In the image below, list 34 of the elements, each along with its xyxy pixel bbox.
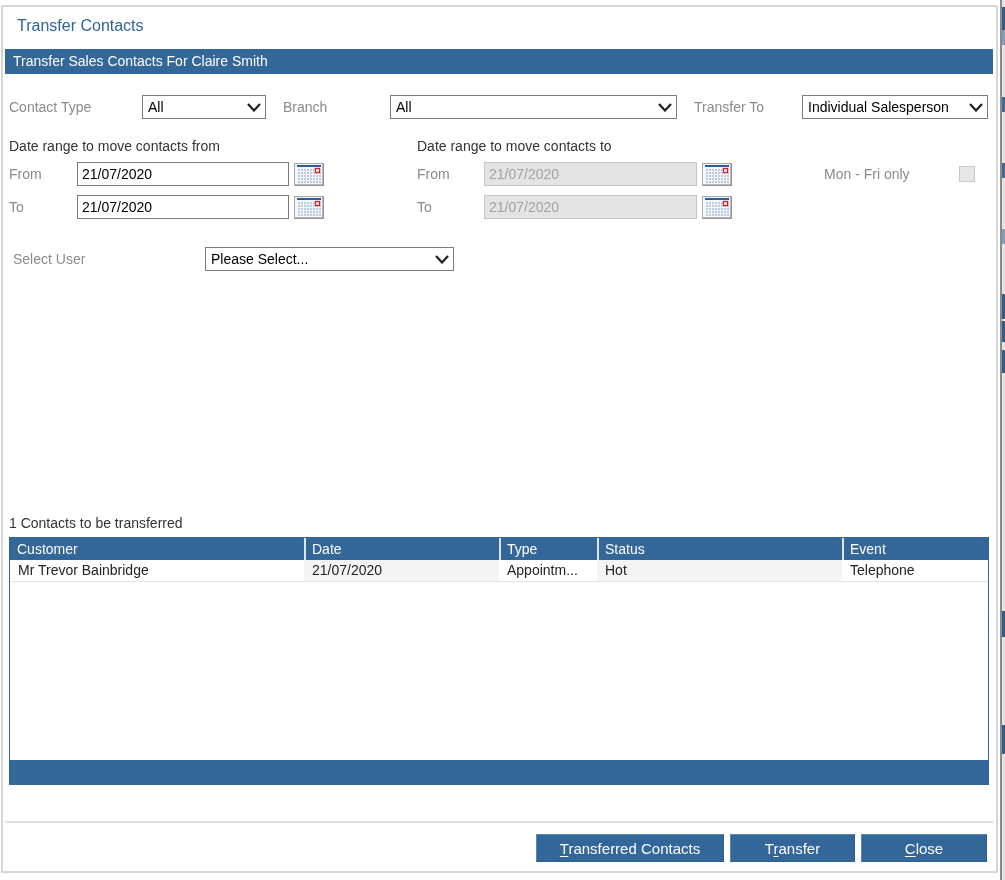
chevron-down-icon [658,102,672,112]
dialog-title: Transfer Contacts [17,17,144,34]
chevron-down-icon [435,254,449,264]
table-cell: 21/07/2020 [304,560,499,581]
field-label: From [9,165,42,183]
field-label: Select User [13,250,86,268]
contacts-count-label: 1 Contacts to be transferred [9,515,183,531]
contact-type-dropdown[interactable]: All [142,95,266,119]
field-label: Contact Type [9,98,92,116]
date-input[interactable]: 21/07/2020 [77,195,289,219]
chevron-down-icon [247,102,261,112]
close-button[interactable]: Close [861,834,987,862]
date-input[interactable]: 21/07/2020 [77,162,289,186]
branch-dropdown[interactable]: All [390,95,677,119]
calendar-icon[interactable] [294,195,324,219]
date-range-heading: Date range to move contacts from [9,138,220,154]
column-header[interactable]: Customer [10,538,304,560]
section-header: Transfer Sales Contacts For Claire Smith [5,49,993,74]
field-label: Transfer To [694,98,765,116]
transfer-button[interactable]: Transfer [730,834,855,862]
transferred-contacts-button[interactable]: Transferred Contacts [536,834,724,862]
checkbox-label: Mon - Fri only [824,165,910,183]
date-range-heading: Date range to move contacts to [417,138,612,154]
field-label: From [417,165,450,183]
transfer-to-dropdown[interactable]: Individual Salesperson [802,95,988,119]
user-dropdown[interactable]: Please Select... [205,247,454,271]
field-label: To [9,198,24,216]
chevron-down-icon [969,102,983,112]
calendar-icon[interactable] [702,195,732,219]
calendar-icon[interactable] [702,162,732,186]
field-label: To [417,198,432,216]
table-cell: Hot [597,560,842,581]
field-label: Branch [283,98,328,116]
calendar-icon[interactable] [294,162,324,186]
